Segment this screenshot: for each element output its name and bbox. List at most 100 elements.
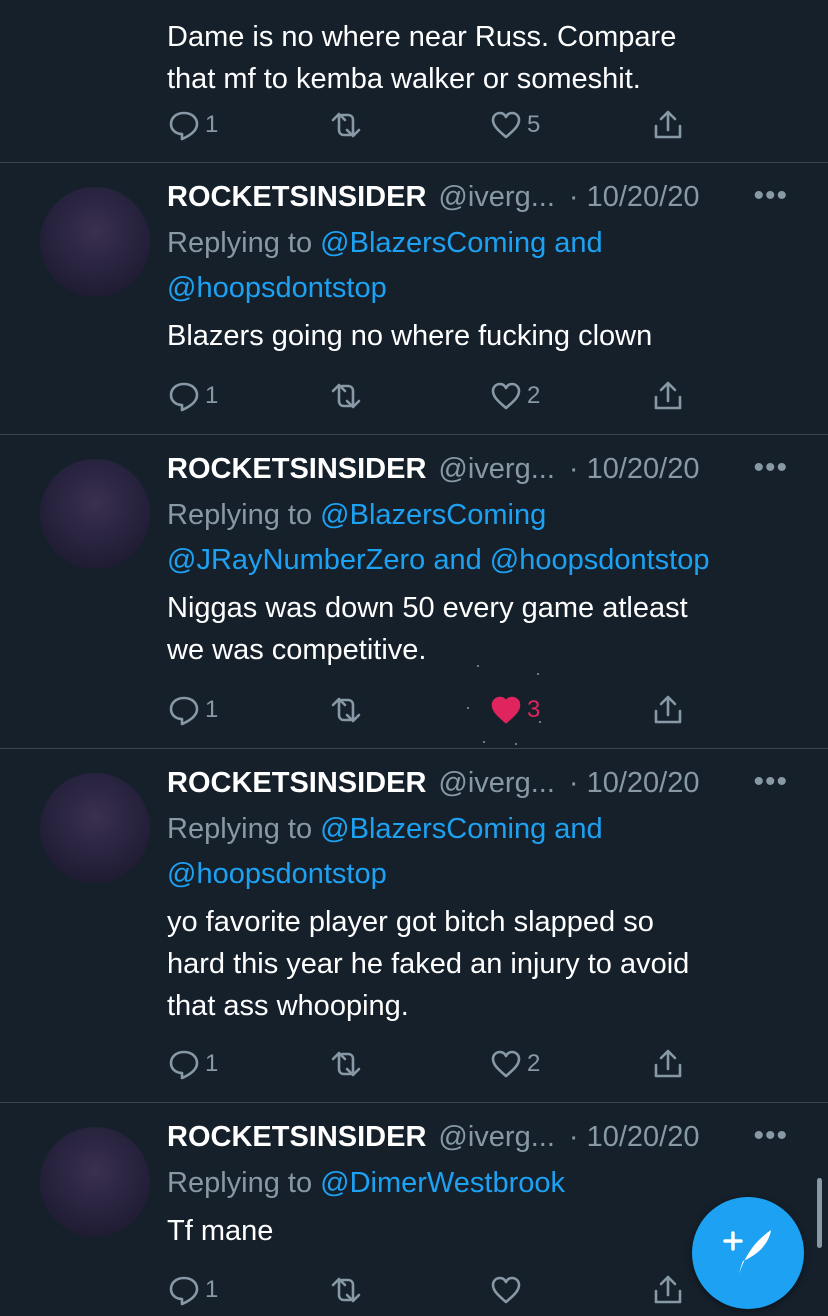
replying-to: Replying to @BlazersComing and — [167, 227, 603, 259]
mention-link[interactable]: @hoopsdontstop — [167, 858, 387, 890]
retweet-button[interactable] — [327, 693, 365, 727]
tweet-date[interactable]: · 10/20/20 — [569, 1121, 700, 1154]
compose-tweet-button[interactable] — [692, 1197, 804, 1309]
like-button[interactable]: 2 — [489, 379, 540, 413]
reply-button[interactable]: 1 — [167, 1047, 218, 1081]
retweet-button[interactable] — [327, 108, 365, 142]
share-button[interactable] — [651, 1047, 685, 1081]
mention-link[interactable]: @BlazersComing — [320, 499, 546, 531]
share-button[interactable] — [651, 1273, 685, 1307]
tweet-actions: 1 — [167, 1273, 707, 1313]
tweet-header: ROCKETSINSIDER @iverg... · 10/20/20 ••• — [167, 765, 788, 807]
reply-icon — [167, 693, 201, 727]
reply-count: 1 — [205, 382, 219, 409]
reply-button[interactable]: 1 — [167, 693, 218, 727]
tweet-text: Niggas was down 50 every game atleast we… — [167, 592, 688, 666]
reply-button[interactable]: 1 — [167, 1273, 218, 1307]
tweet[interactable]: Dame is no where near Russ. Compare that… — [0, 0, 828, 163]
tweet-text: Dame is no where near Russ. Compare that… — [167, 21, 677, 95]
replying-to: Replying to @DimerWestbrook — [167, 1167, 565, 1199]
share-icon — [651, 1047, 685, 1081]
like-button[interactable]: 5 — [489, 108, 540, 142]
avatar[interactable] — [40, 459, 150, 569]
heart-icon — [489, 379, 523, 413]
retweet-button[interactable] — [327, 1047, 365, 1081]
reply-count: 1 — [205, 111, 219, 138]
like-count: 2 — [527, 1050, 541, 1077]
like-button[interactable]: 3 — [489, 693, 540, 727]
retweet-button[interactable] — [327, 1273, 365, 1307]
avatar[interactable] — [40, 187, 150, 297]
retweet-button[interactable] — [327, 379, 365, 413]
tweet-header: ROCKETSINSIDER @iverg... · 10/20/20 ••• — [167, 451, 788, 493]
tweet[interactable]: ROCKETSINSIDER @iverg... · 10/20/20 ••• … — [0, 163, 828, 435]
retweet-icon — [327, 108, 365, 142]
avatar[interactable] — [40, 1127, 150, 1237]
display-name[interactable]: ROCKETSINSIDER — [167, 767, 426, 800]
heart-icon — [489, 108, 523, 142]
like-count: 3 — [527, 696, 541, 723]
replying-to: Replying to @BlazersComing and — [167, 813, 603, 845]
like-burst-dot — [483, 741, 485, 743]
tweet[interactable]: ROCKETSINSIDER @iverg... · 10/20/20 ••• … — [0, 749, 828, 1103]
mention-link[interactable]: @BlazersComing — [320, 813, 546, 845]
share-button[interactable] — [651, 379, 685, 413]
tweet-actions: 12 — [167, 1047, 707, 1087]
like-button[interactable] — [489, 1273, 523, 1307]
share-icon — [651, 379, 685, 413]
mention-link[interactable]: @BlazersComing — [320, 227, 546, 259]
like-burst-dot — [537, 673, 539, 675]
tweet-actions: 15 — [167, 108, 707, 148]
more-options-icon[interactable]: ••• — [753, 179, 788, 213]
user-handle: @iverg... — [438, 1121, 555, 1153]
tweet-header: ROCKETSINSIDER @iverg... · 10/20/20 ••• — [167, 179, 788, 221]
reply-icon — [167, 379, 201, 413]
like-burst-dot — [515, 743, 517, 745]
more-options-icon[interactable]: ••• — [753, 1119, 788, 1153]
retweet-icon — [327, 1273, 365, 1307]
reply-button[interactable]: 1 — [167, 108, 218, 142]
share-button[interactable] — [651, 108, 685, 142]
tweet[interactable]: ROCKETSINSIDER @iverg... · 10/20/20 ••• … — [0, 435, 828, 749]
share-icon — [651, 1273, 685, 1307]
avatar[interactable] — [40, 773, 150, 883]
more-options-icon[interactable]: ••• — [753, 765, 788, 799]
display-name[interactable]: ROCKETSINSIDER — [167, 1121, 426, 1154]
like-burst-dot — [467, 707, 469, 709]
tweet-actions: 12 — [167, 379, 707, 419]
like-button[interactable]: 2 — [489, 1047, 540, 1081]
reply-icon — [167, 1273, 201, 1307]
tweet-actions: 13 — [167, 665, 707, 745]
tweet-date[interactable]: · 10/20/20 — [569, 181, 700, 214]
reply-count: 1 — [205, 696, 219, 723]
mention-link[interactable]: @JRayNumberZero and @hoopsdontstop — [167, 544, 710, 576]
share-icon — [651, 693, 685, 727]
retweet-icon — [327, 379, 365, 413]
heart-icon — [489, 693, 523, 727]
tweet-date[interactable]: · 10/20/20 — [569, 453, 700, 486]
retweet-icon — [327, 1047, 365, 1081]
more-options-icon[interactable]: ••• — [753, 451, 788, 485]
reply-button[interactable]: 1 — [167, 379, 218, 413]
heart-icon — [489, 1047, 523, 1081]
share-button[interactable] — [651, 693, 685, 727]
heart-icon — [489, 1273, 523, 1307]
share-icon — [651, 108, 685, 142]
user-handle: @iverg... — [438, 767, 555, 799]
like-burst-dot — [477, 665, 479, 667]
retweet-icon — [327, 693, 365, 727]
mention-link[interactable]: @DimerWestbrook — [320, 1167, 565, 1199]
reply-count: 1 — [205, 1050, 219, 1077]
reply-count: 1 — [205, 1276, 219, 1303]
tweet-header: ROCKETSINSIDER @iverg... · 10/20/20 ••• — [167, 1119, 788, 1161]
tweet-text: yo favorite player got bitch slapped so … — [167, 906, 690, 1022]
display-name[interactable]: ROCKETSINSIDER — [167, 181, 426, 214]
tweet-date[interactable]: · 10/20/20 — [569, 767, 700, 800]
replying-to: Replying to @BlazersComing — [167, 499, 547, 531]
user-handle: @iverg... — [438, 453, 555, 485]
user-handle: @iverg... — [438, 181, 555, 213]
reply-icon — [167, 1047, 201, 1081]
scrollbar[interactable] — [817, 1178, 822, 1248]
display-name[interactable]: ROCKETSINSIDER — [167, 453, 426, 486]
mention-link[interactable]: @hoopsdontstop — [167, 272, 387, 304]
